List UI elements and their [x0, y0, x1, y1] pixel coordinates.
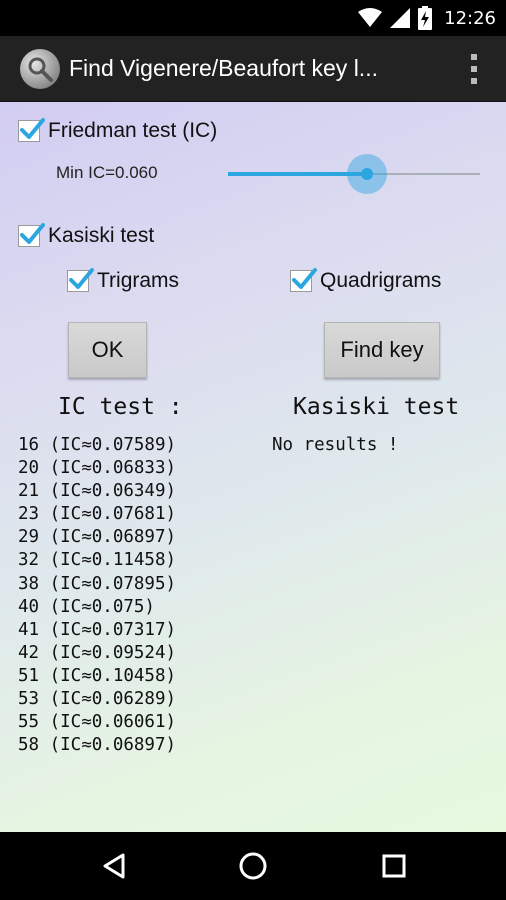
friedman-test-checkbox[interactable]: Friedman test (IC): [18, 118, 218, 143]
ic-result-row: 38 (IC≈0.07895): [18, 573, 177, 594]
trigrams-checkbox[interactable]: Trigrams: [67, 268, 180, 293]
friedman-checkbox-box[interactable]: [18, 118, 45, 142]
overflow-menu-icon[interactable]: [470, 53, 478, 84]
ic-result-row: 20 (IC≈0.06833): [18, 458, 177, 479]
kasiski-test-label: Kasiski test: [48, 224, 155, 247]
ic-result-row: 51 (IC≈0.10458): [18, 665, 177, 686]
ic-result-row: 16 (IC≈0.07589): [18, 435, 177, 455]
quadrigrams-checkbox-box[interactable]: [290, 268, 317, 292]
navigation-bar: [0, 832, 506, 900]
magnifier-icon: [20, 48, 60, 89]
kasiski-checkbox-box[interactable]: [18, 223, 45, 247]
min-ic-slider[interactable]: [228, 154, 480, 194]
checkmark-icon: [69, 268, 94, 289]
ic-result-row: 42 (IC≈0.09524): [18, 642, 177, 663]
ic-test-title: IC test :: [58, 394, 183, 420]
ic-result-row: 53 (IC≈0.06289): [18, 689, 177, 710]
recents-icon[interactable]: [378, 850, 410, 882]
find-key-button[interactable]: Find key: [324, 322, 440, 378]
status-bar: 12:26: [0, 0, 506, 36]
action-bar: Find Vigenere/Beaufort key l...: [0, 36, 506, 102]
kasiski-results: No results !: [272, 435, 399, 455]
app-title: Find Vigenere/Beaufort key l...: [69, 55, 378, 81]
wifi-icon: [358, 8, 383, 28]
ic-result-row: 21 (IC≈0.06349): [18, 481, 177, 502]
ic-result-row: 29 (IC≈0.06897): [18, 527, 177, 548]
checkmark-icon: [292, 268, 317, 289]
signal-icon: [390, 8, 411, 28]
checkmark-icon: [20, 223, 45, 244]
ic-result-row: 41 (IC≈0.07317): [18, 619, 177, 640]
home-icon[interactable]: [237, 850, 269, 882]
main-content: Friedman test (IC) Min IC=0.060 Kasiski …: [0, 102, 506, 832]
quadrigrams-checkbox[interactable]: Quadrigrams: [290, 268, 442, 293]
ic-result-row: 58 (IC≈0.06897): [18, 735, 177, 756]
quadrigrams-label: Quadrigrams: [320, 269, 442, 292]
ic-result-row: 40 (IC≈0.075): [18, 596, 155, 617]
trigrams-label: Trigrams: [97, 269, 180, 292]
kasiski-test-title: Kasiski test: [293, 394, 460, 420]
back-icon[interactable]: [98, 850, 130, 882]
checkmark-icon: [20, 118, 45, 139]
ic-results-list: 16 (IC≈0.07589) 20 (IC≈0.06833) 21 (IC≈0.0…: [18, 434, 176, 757]
friedman-test-label: Friedman test (IC): [48, 119, 218, 142]
min-ic-label: Min IC=0.060: [56, 163, 158, 182]
trigrams-checkbox-box[interactable]: [67, 268, 94, 292]
battery-charging-icon: [418, 6, 433, 30]
status-clock: 12:26: [444, 7, 496, 29]
ic-result-row: 55 (IC≈0.06061): [18, 712, 177, 733]
kasiski-test-checkbox[interactable]: Kasiski test: [18, 223, 155, 248]
ic-result-row: 23 (IC≈0.07681): [18, 504, 177, 525]
slider-thumb[interactable]: [361, 168, 373, 180]
ic-result-row: 32 (IC≈0.11458): [18, 550, 177, 571]
ok-button[interactable]: OK: [68, 322, 147, 378]
